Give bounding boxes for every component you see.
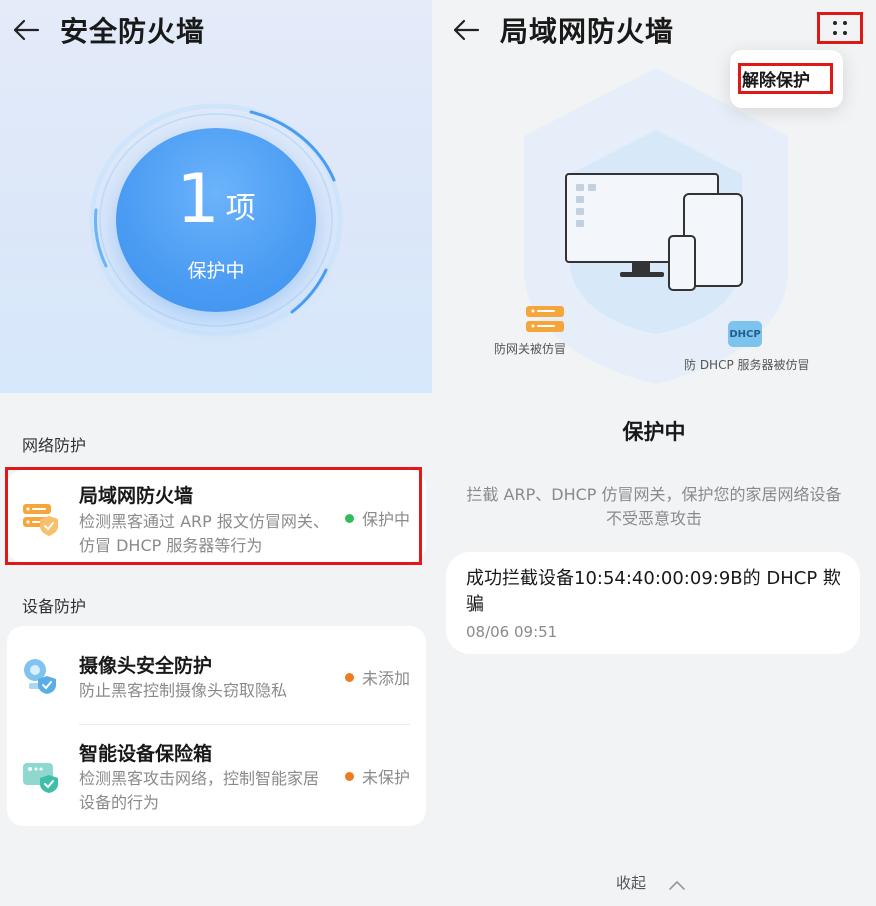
status-text: 保护中 (361, 510, 410, 529)
protection-count-ring: 1项 保护中 (86, 100, 346, 340)
log-timestamp: 08/06 09:51 (466, 623, 558, 641)
left-pane: 安全防火墙 1项 保护中 网络防护 局域网防火墙 检测黑客通过 ARP 报文仿冒… (0, 0, 432, 906)
list-item-smart-device-vault[interactable]: 智能设备保险箱 检测黑客攻击网络，控制智能家居设备的行为 未保护 (7, 725, 426, 826)
back-arrow-icon[interactable] (6, 10, 46, 50)
gateway-protection-label: 防网关被仿冒 (494, 342, 567, 356)
status-dot-icon (344, 513, 354, 523)
section-label-network: 网络防护 (22, 436, 87, 455)
list-item-lan-firewall[interactable]: 局域网防火墙 检测黑客通过 ARP 报文仿冒网关、仿冒 DHCP 服务器等行为 … (7, 470, 426, 562)
status-badge: 未添加 (344, 665, 410, 689)
page-title: 安全防火墙 (60, 15, 206, 48)
device-protection-card: 摄像头安全防护 防止黑客控制摄像头窃取隐私 未添加 智能设备保险箱 检测黑客攻击… (7, 626, 426, 826)
list-item-camera-protection[interactable]: 摄像头安全防护 防止黑客控制摄像头窃取隐私 未添加 (7, 626, 426, 725)
status-text: 未添加 (361, 669, 410, 688)
item-title: 局域网防火墙 (79, 485, 194, 507)
right-pane: 局域网防火墙 DHCP 防网关被仿冒 防 DHCP 服务器被仿冒 解除保护 保护… (432, 0, 876, 906)
item-title: 摄像头安全防护 (79, 655, 213, 677)
smart-device-shield-icon (21, 755, 61, 795)
more-options-popup: 解除保护 (730, 50, 843, 108)
protected-count: 1 (176, 160, 220, 239)
status-badge: 保护中 (344, 506, 410, 530)
status-badge: 未保护 (344, 764, 410, 788)
log-message: 成功拦截设备10:54:40:00:09:9B的 DHCP 欺骗 (466, 568, 841, 615)
item-description: 检测黑客通过 ARP 报文仿冒网关、仿冒 DHCP 服务器等行为 (79, 512, 329, 555)
count-display: 1项 (116, 166, 316, 234)
back-arrow-icon[interactable] (446, 10, 486, 50)
left-header: 安全防火墙 (6, 0, 205, 60)
more-dots-icon[interactable] (818, 12, 862, 44)
firewall-illustration: DHCP (516, 66, 796, 386)
item-title: 智能设备保险箱 (79, 743, 213, 765)
status-dot-icon (344, 672, 354, 682)
section-label-device: 设备防护 (22, 597, 87, 616)
page-title: 局域网防火墙 (500, 15, 675, 48)
camera-shield-icon (21, 656, 61, 696)
collapse-label: 收起 (616, 874, 647, 892)
chevron-up-icon (668, 877, 686, 890)
count-circle: 1项 保护中 (116, 128, 316, 312)
item-description: 防止黑客控制摄像头窃取隐私 (79, 681, 288, 700)
collapse-button[interactable]: 收起 (616, 872, 686, 893)
dhcp-protection-label: 防 DHCP 服务器被仿冒 (684, 358, 810, 372)
right-header: 局域网防火墙 (446, 0, 674, 60)
interception-log-card: 成功拦截设备10:54:40:00:09:9B的 DHCP 欺骗 08/06 0… (446, 552, 860, 654)
count-unit: 项 (225, 191, 256, 226)
network-protection-card: 局域网防火墙 检测黑客通过 ARP 报文仿冒网关、仿冒 DHCP 服务器等行为 … (7, 470, 426, 562)
dhcp-badge: DHCP (729, 329, 761, 340)
summary-status: 保护中 (187, 260, 245, 282)
status-text: 未保护 (361, 768, 410, 787)
server-shield-icon (21, 498, 61, 538)
protection-description: 拦截 ARP、DHCP 仿冒网关，保护您的家居网络设备不受恶意攻击 (466, 485, 842, 528)
remove-protection-button[interactable]: 解除保护 (738, 64, 814, 93)
protection-status: 保护中 (622, 420, 686, 444)
status-dot-icon (344, 771, 354, 781)
item-description: 检测黑客攻击网络，控制智能家居设备的行为 (79, 769, 320, 812)
